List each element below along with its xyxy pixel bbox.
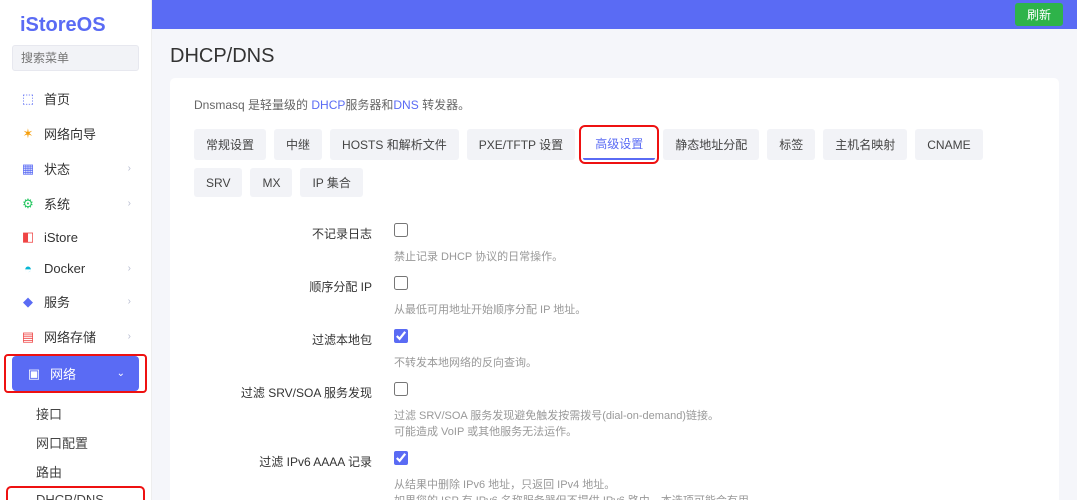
tab-static[interactable]: 静态地址分配 (663, 129, 759, 160)
nav-network[interactable]: ▣ 网络 ⌄ (12, 356, 139, 391)
checkbox-filterv6[interactable] (394, 451, 408, 465)
row-filterv6: 过滤 IPv6 AAAA 记录 从结果中删除 IPv6 地址，只返回 IPv4 … (194, 443, 1035, 500)
nav-label: 网络向导 (44, 124, 96, 143)
nav-label: 服务 (44, 292, 70, 311)
main: 刷新 DHCP/DNS Dnsmasq 是轻量级的 DHCP服务器和DNS 转发… (152, 0, 1077, 500)
highlight-network: ▣ 网络 ⌄ (4, 354, 147, 393)
nav-label: 首页 (44, 89, 70, 108)
chevron-right-icon: › (128, 263, 131, 274)
subnav-interfaces[interactable]: 接口 (6, 399, 145, 428)
nav: ⬚ 首页 ✶ 网络向导 ▦ 状态 › ⚙ 系统 › ◧ iStore ◓ Docker › ◆ 服务… (0, 81, 151, 500)
help-filterlocal: 不转发本地网络的反向查询。 (394, 354, 1035, 370)
tab-hosts[interactable]: HOSTS 和解析文件 (330, 129, 459, 160)
checkbox-filterlocal[interactable] (394, 329, 408, 343)
docker-icon: ◓ (20, 261, 36, 276)
label-nolog: 不记录日志 (194, 223, 394, 242)
nav-services[interactable]: ◆ 服务 › (6, 284, 145, 319)
services-icon: ◆ (20, 294, 36, 310)
desc-text: 服务器和 (345, 98, 393, 112)
label-sequential: 顺序分配 IP (194, 276, 394, 295)
sidebar: iStoreOS ⬚ 首页 ✶ 网络向导 ▦ 状态 › ⚙ 系统 › ◧ iStore ◓ Do… (0, 0, 152, 500)
nav-label: 网络 (50, 364, 76, 383)
nav-label: 系统 (44, 194, 70, 213)
ctrl: 过滤 SRV/SOA 服务发现避免触发按需拨号(dial-on-demand)链… (394, 382, 1035, 439)
label-filtersrv: 过滤 SRV/SOA 服务发现 (194, 382, 394, 401)
help-nolog: 禁止记录 DHCP 协议的日常操作。 (394, 248, 1035, 264)
nav-status[interactable]: ▦ 状态 › (6, 151, 145, 186)
search-wrap (0, 45, 151, 81)
ctrl: 从结果中删除 IPv6 地址，只返回 IPv4 地址。 如果您的 ISP 有 I… (394, 451, 1035, 500)
nav-label: 网络存储 (44, 327, 96, 346)
nav-docker[interactable]: ◓ Docker › (6, 253, 145, 284)
home-icon: ⬚ (20, 91, 36, 107)
ctrl: 从最低可用地址开始顺序分配 IP 地址。 (394, 276, 1035, 317)
tab-cname[interactable]: CNAME (915, 129, 982, 160)
tab-mx[interactable]: MX (250, 168, 292, 197)
help-filterv6-1: 从结果中删除 IPv6 地址，只返回 IPv4 地址。 (394, 476, 1035, 492)
nav-home[interactable]: ⬚ 首页 (6, 81, 145, 116)
tab-srv[interactable]: SRV (194, 168, 242, 197)
network-icon: ▣ (26, 366, 42, 382)
tab-hostnames[interactable]: 主机名映射 (823, 129, 907, 160)
storage-icon: ▤ (20, 329, 36, 345)
tab-advanced[interactable]: 高级设置 (583, 129, 655, 160)
subnav-portconfig[interactable]: 网口配置 (6, 428, 145, 457)
brand-logo: iStoreOS (0, 0, 151, 45)
page: DHCP/DNS Dnsmasq 是轻量级的 DHCP服务器和DNS 转发器。 … (152, 29, 1077, 500)
ctrl: 禁止记录 DHCP 协议的日常操作。 (394, 223, 1035, 264)
subnav-network: 接口 网口配置 路由 DHCP/DNS 网络诊断 防火墙 应用过滤 多线多拨 (0, 395, 151, 500)
topbar: 刷新 (152, 0, 1077, 29)
dhcp-link[interactable]: DHCP (311, 98, 345, 112)
help-filterv6-2: 如果您的 ISP 有 IPv6 名称服务器但不提供 IPv6 路由，本选项可能会… (394, 492, 1035, 500)
subnav-route[interactable]: 路由 (6, 457, 145, 486)
desc-text: 转发器。 (419, 98, 470, 112)
chevron-right-icon: › (128, 198, 131, 209)
chevron-down-icon: ⌄ (117, 368, 125, 379)
refresh-button[interactable]: 刷新 (1015, 3, 1063, 26)
page-description: Dnsmasq 是轻量级的 DHCP服务器和DNS 转发器。 (194, 96, 1035, 113)
checkbox-nolog[interactable] (394, 223, 408, 237)
tab-tags[interactable]: 标签 (767, 129, 815, 160)
search-input[interactable] (12, 45, 139, 71)
label-filterv6: 过滤 IPv6 AAAA 记录 (194, 451, 394, 470)
tabs: 常规设置 中继 HOSTS 和解析文件 PXE/TFTP 设置 高级设置 静态地… (194, 129, 1035, 197)
help-sequential: 从最低可用地址开始顺序分配 IP 地址。 (394, 301, 1035, 317)
wizard-icon: ✶ (20, 126, 36, 142)
dns-link[interactable]: DNS (393, 98, 418, 112)
tab-pxe[interactable]: PXE/TFTP 设置 (467, 129, 575, 160)
istore-icon: ◧ (20, 229, 36, 245)
help-filtersrv-1: 过滤 SRV/SOA 服务发现避免触发按需拨号(dial-on-demand)链… (394, 407, 1035, 423)
nav-label: iStore (44, 230, 78, 245)
nav-label: Docker (44, 261, 85, 276)
row-filtersrv: 过滤 SRV/SOA 服务发现 过滤 SRV/SOA 服务发现避免触发按需拨号(… (194, 374, 1035, 443)
row-filterlocal: 过滤本地包 不转发本地网络的反向查询。 (194, 321, 1035, 374)
app-layout: iStoreOS ⬚ 首页 ✶ 网络向导 ▦ 状态 › ⚙ 系统 › ◧ iStore ◓ Do… (0, 0, 1077, 500)
tab-relay[interactable]: 中继 (274, 129, 322, 160)
page-title: DHCP/DNS (170, 29, 1059, 78)
checkbox-filtersrv[interactable] (394, 382, 408, 396)
checkbox-sequential[interactable] (394, 276, 408, 290)
help-filtersrv-2: 可能造成 VoIP 或其他服务无法运作。 (394, 423, 1035, 439)
desc-text: Dnsmasq 是轻量级的 (194, 98, 311, 112)
row-sequential: 顺序分配 IP 从最低可用地址开始顺序分配 IP 地址。 (194, 268, 1035, 321)
tab-general[interactable]: 常规设置 (194, 129, 266, 160)
ctrl: 不转发本地网络的反向查询。 (394, 329, 1035, 370)
card: Dnsmasq 是轻量级的 DHCP服务器和DNS 转发器。 常规设置 中继 H… (170, 78, 1059, 500)
label-filterlocal: 过滤本地包 (194, 329, 394, 348)
chevron-right-icon: › (128, 296, 131, 307)
subnav-dhcpdns[interactable]: DHCP/DNS (6, 486, 145, 500)
nav-system[interactable]: ⚙ 系统 › (6, 186, 145, 221)
nav-istore[interactable]: ◧ iStore (6, 221, 145, 253)
nav-label: 状态 (44, 159, 70, 178)
nav-wizard[interactable]: ✶ 网络向导 (6, 116, 145, 151)
system-icon: ⚙ (20, 196, 36, 212)
chevron-right-icon: › (128, 163, 131, 174)
tab-ipset[interactable]: IP 集合 (300, 168, 362, 197)
row-nolog: 不记录日志 禁止记录 DHCP 协议的日常操作。 (194, 215, 1035, 268)
chevron-right-icon: › (128, 331, 131, 342)
nav-storage[interactable]: ▤ 网络存储 › (6, 319, 145, 354)
status-icon: ▦ (20, 161, 36, 177)
